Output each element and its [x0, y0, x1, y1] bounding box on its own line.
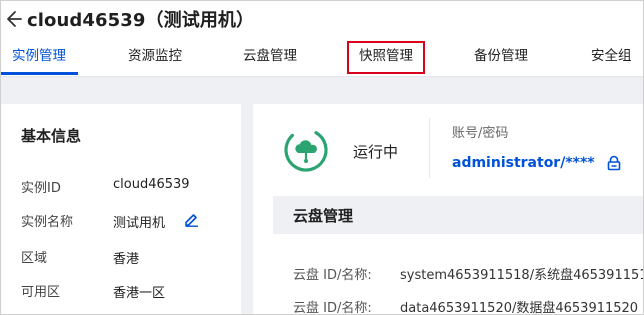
- instance-id-label: 实例ID: [21, 181, 61, 196]
- lock-icon[interactable]: [606, 155, 622, 171]
- tab-backup-management[interactable]: 备份管理: [474, 38, 528, 76]
- availability-zone-value: 香港一区: [113, 286, 166, 301]
- instance-id-value: cloud46539: [113, 177, 190, 192]
- active-tab-indicator: [0, 72, 78, 75]
- page-header: cloud46539（测试用机）: [0, 0, 644, 38]
- edit-pencil-icon[interactable]: [184, 212, 199, 227]
- tab-instance-management[interactable]: 实例管理: [12, 38, 66, 76]
- page-title: cloud46539（测试用机）: [27, 10, 255, 31]
- tab-highlight-box: [347, 41, 425, 74]
- basic-info-title: 基本信息: [21, 127, 82, 145]
- availability-zone-label: 可用区: [21, 285, 61, 300]
- tab-disk-management[interactable]: 云盘管理: [243, 38, 297, 76]
- tab-resource-monitoring[interactable]: 资源监控: [128, 38, 182, 76]
- region-label: 区域: [21, 251, 48, 266]
- disk-id-label: 云盘 ID/名称:: [293, 268, 372, 283]
- instance-status: 运行中: [353, 143, 399, 161]
- instance-name-label: 实例名称: [21, 215, 74, 230]
- cloud-running-icon: [282, 126, 330, 174]
- account-value: administrator/****: [452, 155, 595, 171]
- status-divider: [429, 118, 430, 178]
- back-arrow-icon[interactable]: [6, 8, 22, 30]
- content-spacer: [0, 77, 644, 104]
- data-disk-id: data4653911520/数据盘4653911520: [400, 301, 639, 315]
- account-label: 账号/密码: [452, 126, 509, 141]
- instance-name-value: 测试用机: [113, 216, 166, 231]
- region-value: 香港: [113, 252, 140, 267]
- disk-id-label: 云盘 ID/名称:: [293, 301, 372, 315]
- tab-bar: 实例管理 资源监控 云盘管理 快照管理 备份管理 安全组: [0, 38, 644, 77]
- tab-security-group[interactable]: 安全组: [591, 38, 632, 76]
- disk-section-title: 云盘管理: [293, 207, 354, 225]
- system-disk-id: system4653911518/系统盘4653911518: [400, 268, 644, 283]
